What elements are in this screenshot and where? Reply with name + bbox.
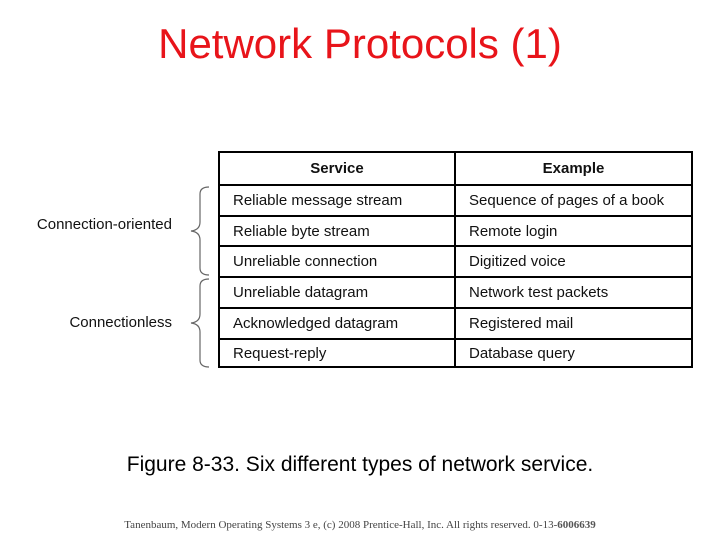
service-cell: Unreliable connection — [220, 247, 456, 276]
example-cell: Database query — [469, 344, 575, 362]
table-row: Unreliable datagram Network test packets — [220, 278, 691, 309]
table-row: Acknowledged datagram Registered mail — [220, 309, 691, 340]
table-row: Unreliable connection Digitized voice — [220, 247, 691, 278]
group-label-connectionless: Connectionless — [69, 314, 172, 331]
slide-title: Network Protocols (1) — [158, 20, 562, 67]
example-cell: Registered mail — [469, 315, 574, 332]
table-header-row: Service Example — [220, 153, 691, 186]
service-table: Service Example Reliable message stream … — [218, 151, 693, 368]
service-cell: Reliable byte stream — [220, 217, 456, 245]
example-cell: Digitized voice — [469, 253, 566, 270]
footer-text: Tanenbaum, Modern Operating Systems 3 e,… — [124, 519, 558, 531]
service-cell: Request-reply — [220, 340, 456, 366]
brace-connection-oriented-icon — [190, 186, 210, 276]
example-cell: Sequence of pages of a book — [469, 192, 665, 209]
footer-copyright: Tanenbaum, Modern Operating Systems 3 e,… — [0, 519, 720, 531]
table-row: Request-reply Database query — [220, 340, 691, 366]
figure-caption: Figure 8-33. Six different types of netw… — [126, 453, 594, 476]
example-cell: Network test packets — [469, 284, 609, 301]
service-cell: Acknowledged datagram — [220, 309, 456, 338]
service-cell: Reliable message stream — [220, 186, 456, 215]
header-example: Example — [542, 160, 605, 177]
table-row: Reliable byte stream Remote login — [220, 217, 691, 247]
table-row: Reliable message stream Sequence of page… — [220, 186, 691, 217]
group-label-connection-oriented: Connection-oriented — [36, 216, 172, 233]
header-service: Service — [220, 153, 456, 184]
brace-connectionless-icon — [190, 278, 210, 368]
service-cell: Unreliable datagram — [220, 278, 456, 307]
footer-isbn: 6006639 — [557, 519, 596, 531]
example-cell: Remote login — [469, 222, 558, 240]
